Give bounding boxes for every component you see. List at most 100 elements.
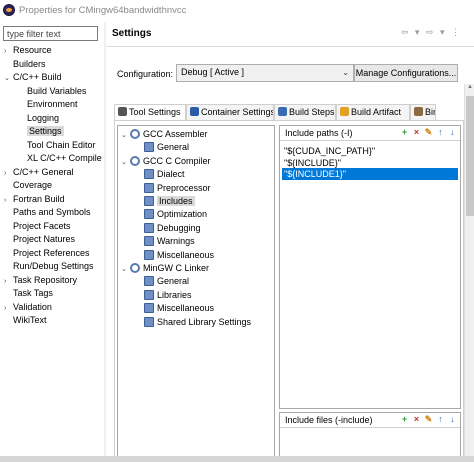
tool-tree-label: GCC Assembler [143,129,208,139]
include-path-item[interactable]: "${INCLUDE}" [282,157,458,169]
tool-gear-icon [130,129,140,139]
tree-item[interactable]: XL C/C++ Compile [18,152,102,165]
tool-tree-label: MinGW C Linker [143,263,210,273]
manage-configurations-button[interactable]: Manage Configurations... [354,64,458,82]
tree-item[interactable]: › Fortran Build [4,193,65,206]
tree-item[interactable]: Environment [18,98,78,111]
tree-item[interactable]: WikiText [4,314,47,327]
tree-item-label: WikiText [13,315,47,325]
tool-tree-item[interactable]: ⌄ GCC Assembler [121,128,208,141]
tool-tree-item[interactable]: Includes [135,195,195,208]
tool-tree-label: General [157,276,190,287]
tool-tree-item[interactable]: ⌄ MinGW C Linker [121,262,209,275]
tool-tree-item[interactable]: General [135,141,189,154]
tree-item[interactable]: Coverage [4,179,52,192]
move-down-icon[interactable]: ↓ [448,128,457,137]
tab-build-artifact[interactable]: Build Artifact [336,104,410,120]
configuration-select[interactable]: Debug [ Active ] ⌄ [176,64,354,82]
tool-tree-item[interactable]: Preprocessor [135,182,211,195]
tool-tree-item[interactable]: Debugging [135,222,201,235]
tool-tree-item[interactable]: Warnings [135,235,195,248]
tab-tool-settings[interactable]: Tool Settings [114,104,186,121]
delete-icon[interactable]: × [412,415,421,424]
chevron-right-icon[interactable]: › [4,275,13,288]
tool-tree[interactable]: ⌄ GCC Assembler General ⌄ GCC C Compiler Dial… [117,125,275,459]
tree-item-label: Environment [27,99,78,109]
tree-item[interactable]: Tool Chain Editor [18,139,96,152]
tree-item[interactable]: Project Natures [4,233,75,246]
tool-tree-item[interactable]: Libraries [135,289,192,302]
edit-icon[interactable]: ✎ [424,415,433,424]
move-down-icon[interactable]: ↓ [448,415,457,424]
edit-icon[interactable]: ✎ [424,128,433,137]
tree-item[interactable]: ⌄ C/C++ Build [4,71,62,84]
tree-item[interactable]: Run/Debug Settings [4,260,94,273]
option-category-icon [144,236,154,247]
add-icon[interactable]: + [400,415,409,424]
tree-item[interactable]: › Resource [4,44,52,57]
settings-pane: Settings ⇦ ▾ ⇨ ▾ ⋮ Configuration: Debug … [106,22,474,462]
tab-label: Build Steps [289,107,335,117]
delete-icon[interactable]: × [412,128,421,137]
build-steps-icon [278,107,287,116]
tree-item[interactable]: › Task Repository [4,274,77,287]
tool-tree-item[interactable]: Shared Library Settings [135,316,251,329]
include-path-item[interactable]: "${CUDA_INC_PATH}" [282,145,458,157]
chevron-down-icon[interactable]: ⌄ [121,129,130,142]
tree-item-label: XL C/C++ Compile [27,153,102,163]
chevron-down-icon[interactable]: ⌄ [121,263,130,276]
tab-bin[interactable]: Bin [410,104,436,120]
tool-tree-item[interactable]: Optimization [135,208,207,221]
chevron-right-icon[interactable]: › [4,302,13,315]
container-icon [190,107,199,116]
tool-tree-label: General [157,142,190,153]
tree-item-label: Validation [13,301,52,312]
bottom-edge [0,456,474,462]
tree-item-label: Build Variables [27,85,87,96]
tab-container-settings[interactable]: Container Settings [186,104,274,120]
tool-gear-icon [130,155,140,166]
option-category-icon [144,303,154,314]
tree-item[interactable]: Project Facets [4,220,71,233]
chevron-right-icon[interactable]: › [4,167,13,180]
chevron-down-icon[interactable]: ⌄ [121,156,130,169]
tree-item[interactable]: Paths and Symbols [4,206,91,219]
move-up-icon[interactable]: ↑ [436,128,445,137]
tree-item[interactable]: Settings [18,125,64,138]
filter-input[interactable] [3,26,98,41]
include-paths-title: Include paths (-I) [285,128,353,138]
tree-item-label: Fortran Build [13,193,65,204]
tool-tree-item[interactable]: Dialect [135,168,185,181]
tool-tree-item[interactable]: Miscellaneous [135,302,214,315]
tool-tree-item[interactable]: ⌄ GCC C Compiler [121,155,211,168]
tree-item-label: Resource [13,45,52,55]
tree-item-label: C/C++ Build [13,72,62,82]
move-up-icon[interactable]: ↑ [436,415,445,424]
tree-item[interactable]: Project References [4,247,90,260]
tool-tree-item[interactable]: Miscellaneous [135,249,214,262]
option-category-icon [144,249,154,260]
binary-parsers-icon [414,107,423,116]
tree-item[interactable]: Build Variables [18,85,86,98]
include-path-item[interactable]: "${INCLUDE1}" [282,168,458,180]
vertical-scrollbar[interactable]: ▲ [464,84,474,462]
tree-item[interactable]: › Validation [4,301,52,314]
tree-item-label: C/C++ General [13,166,74,177]
tab-label: Tool Settings [129,107,181,117]
scroll-up-icon[interactable]: ▲ [465,84,474,94]
tab-build-steps[interactable]: Build Steps [274,104,336,120]
tree-item-label: Task Tags [13,288,53,298]
option-category-icon [144,276,154,287]
tree-item[interactable]: Builders [4,58,46,71]
history-nav-icons[interactable]: ⇦ ▾ ⇨ ▾ ⋮ [401,27,462,38]
tree-item[interactable]: Task Tags [4,287,53,300]
tree-item[interactable]: Logging [18,112,59,125]
tool-tree-item[interactable]: General [135,275,189,288]
chevron-right-icon[interactable]: › [4,194,13,207]
tree-item-label: Paths and Symbols [13,207,91,217]
chevron-right-icon[interactable]: › [4,45,13,58]
tree-item[interactable]: › C/C++ General [4,166,74,179]
chevron-down-icon[interactable]: ⌄ [4,72,13,85]
scrollbar-thumb[interactable] [466,96,474,216]
add-icon[interactable]: + [400,128,409,137]
